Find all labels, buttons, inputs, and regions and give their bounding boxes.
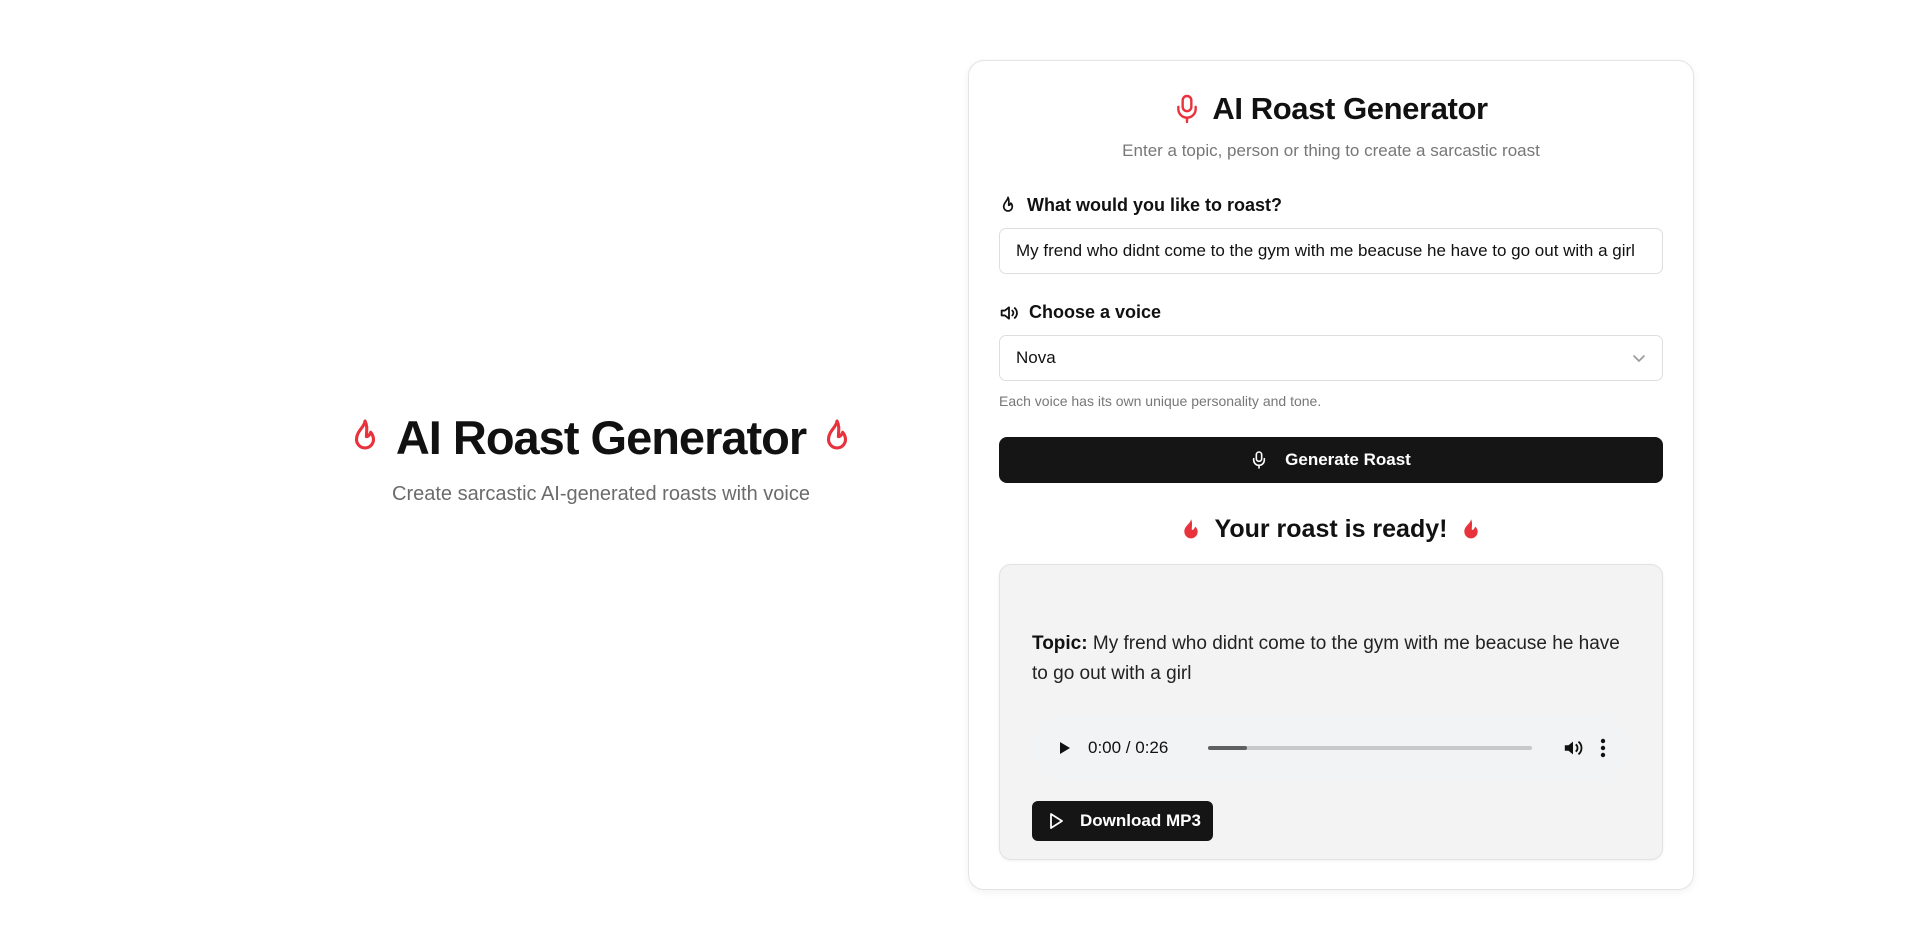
hero-subtitle: Create sarcastic AI-generated roasts wit… [392,483,810,505]
voice-field-label: Choose a voice [999,302,1663,323]
flame-outline-icon [820,418,854,458]
microphone-icon [1174,93,1200,125]
roast-card: AI Roast Generator Enter a topic, person… [968,60,1694,890]
audio-time: 0:00 / 0:26 [1088,738,1169,757]
flame-filled-icon [1461,518,1481,542]
roast-ready-heading: Your roast is ready! [999,515,1663,544]
voice-select[interactable]: Nova [999,335,1663,381]
microphone-icon [1251,450,1267,470]
voice-select-value: Nova [1016,348,1056,367]
hero: AI Roast Generator Create sarcastic AI-g… [290,410,912,506]
roast-label-text: What would you like to roast? [1027,195,1283,215]
hero-title-row: AI Roast Generator [290,410,912,465]
play-icon[interactable] [1056,740,1072,756]
flame-outline-icon [348,418,382,458]
play-outline-icon [1048,812,1064,830]
download-mp3-label: Download MP3 [1080,811,1201,830]
topic-label: Topic: [1032,633,1088,654]
roast-topic: Topic: My frend who didnt come to the gy… [1032,629,1630,689]
topic-text: My frend who didnt come to the gym with … [1032,633,1620,684]
speaker-icon [999,304,1019,322]
voice-hint: Each voice has its own unique personalit… [999,393,1322,409]
roast-ready-text: Your roast is ready! [1214,515,1448,543]
volume-icon[interactable] [1562,738,1584,758]
generate-roast-label: Generate Roast [1285,450,1411,469]
card-subtitle: Enter a topic, person or thing to create… [1122,141,1540,160]
roast-result-panel: Topic: My frend who didnt come to the gy… [999,564,1663,860]
card-header: AI Roast Generator [999,91,1663,127]
audio-seek-progress [1208,746,1247,750]
chevron-down-icon [1632,353,1646,363]
audio-player: 0:00 / 0:26 [1032,715,1630,781]
generate-roast-button[interactable]: Generate Roast [999,437,1663,483]
voice-label-text: Choose a voice [1029,302,1162,322]
flame-outline-icon [999,196,1017,216]
audio-seek-bar[interactable] [1208,746,1532,750]
more-vertical-icon[interactable] [1600,738,1606,758]
card-title: AI Roast Generator [1212,91,1488,126]
download-mp3-button[interactable]: Download MP3 [1032,801,1213,841]
flame-filled-icon [1181,518,1201,542]
roast-topic-input[interactable] [999,228,1663,274]
hero-title: AI Roast Generator [395,411,807,464]
roast-field-label: What would you like to roast? [999,195,1663,216]
